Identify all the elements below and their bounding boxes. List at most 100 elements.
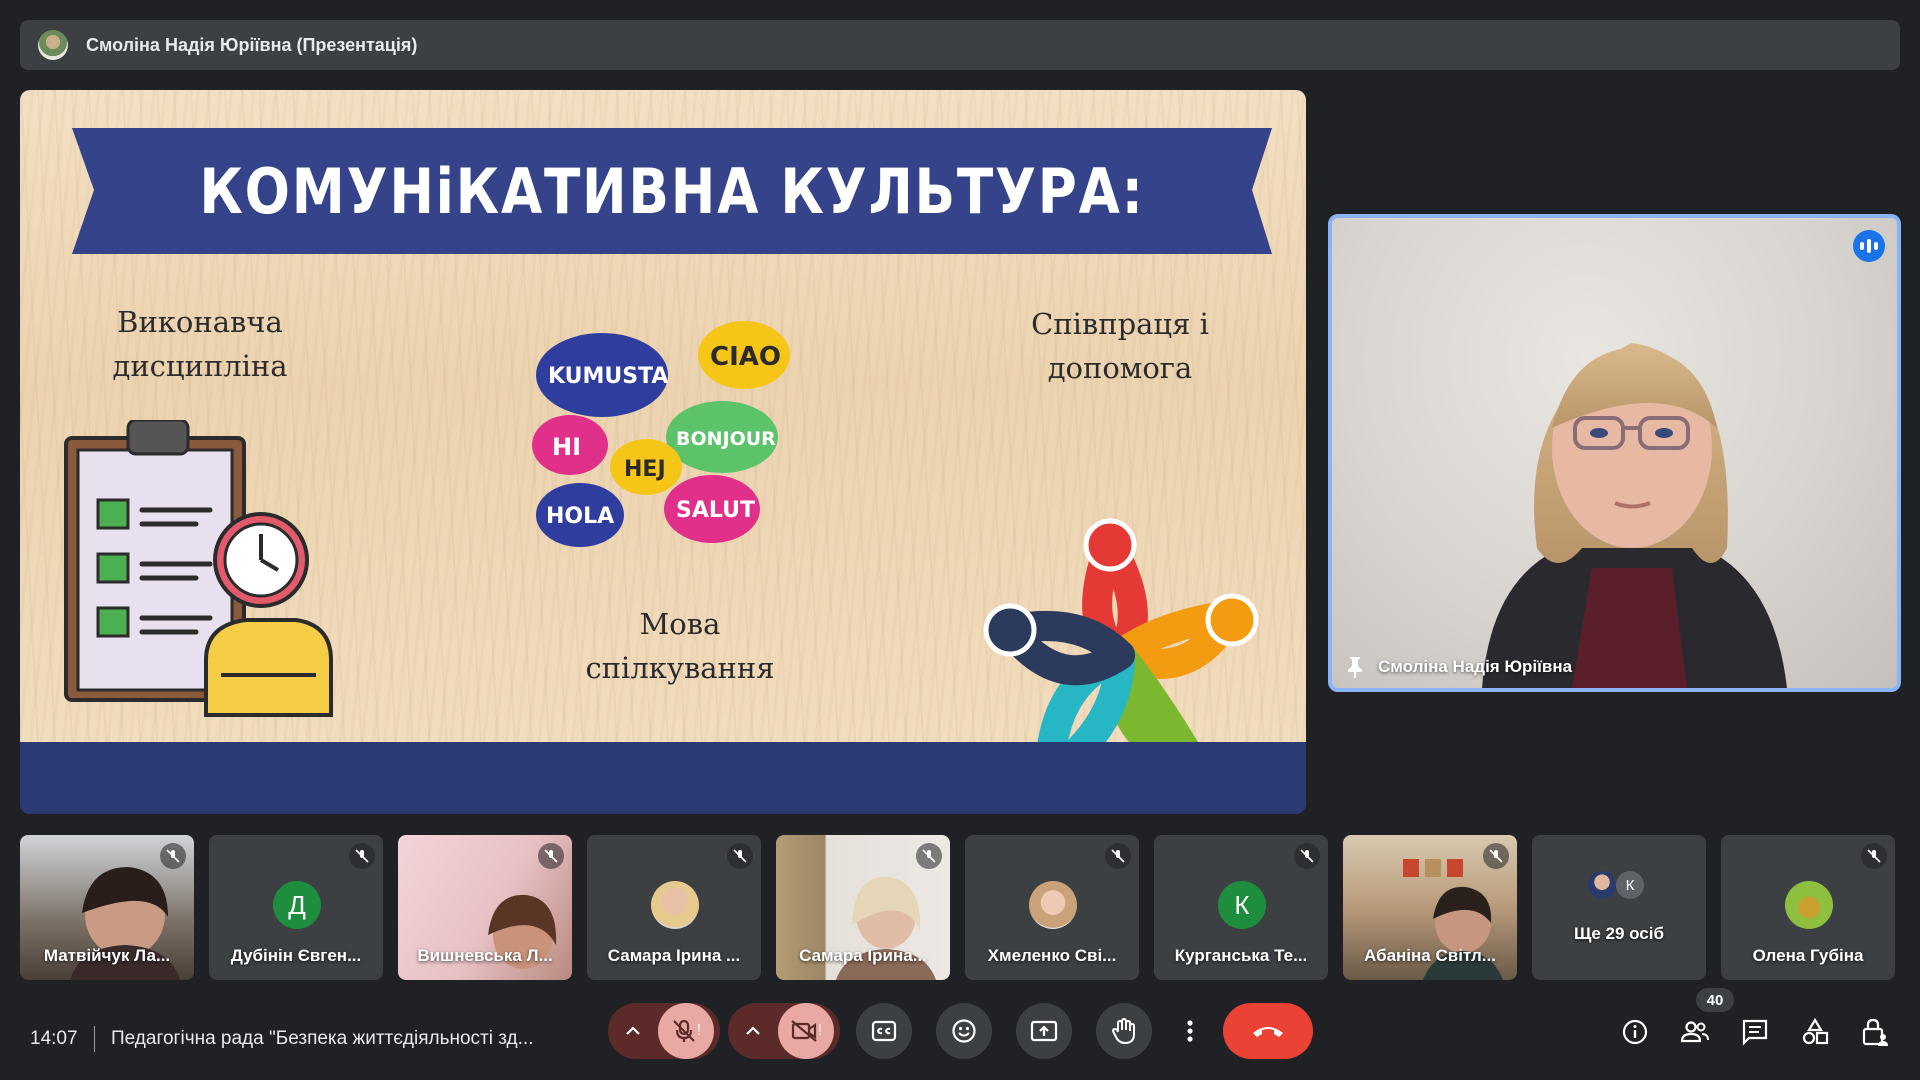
mic-warning-badge: ! — [696, 1022, 702, 1039]
slide-label-language-line2: спілкування — [585, 651, 775, 685]
participant-tile[interactable]: Самара Ірина ... — [587, 835, 761, 980]
slide-label-discipline-line1: Виконавча — [117, 305, 283, 339]
slide-label-discipline-line2: дисципліна — [112, 349, 288, 383]
more-vertical-icon — [1187, 1020, 1193, 1042]
presenter-title: Смоліна Надія Юріївна (Презентація) — [86, 34, 418, 55]
participant-tile[interactable]: Хмеленко Сві... — [965, 835, 1139, 980]
clipboard-clock-illustration — [64, 420, 333, 717]
participant-tile[interactable]: Матвійчук Ла... — [20, 835, 194, 980]
presenter-bar: Смоліна Надія Юріївна (Презентація) — [20, 20, 1900, 70]
mic-off-icon — [1105, 843, 1131, 869]
presenter-avatar — [38, 30, 68, 60]
mic-off-icon — [538, 843, 564, 869]
speaker-caption: Смоліна Надія Юріївна — [1346, 656, 1572, 678]
activities-button[interactable] — [1795, 1012, 1835, 1052]
participant-name: Самара Ірина ... — [607, 946, 741, 965]
bubble-hej: HEJ — [624, 457, 666, 482]
slide-label-cooperation-line1: Співпраця і — [1031, 307, 1209, 341]
participant-name: Дубінін Євген... — [230, 946, 362, 965]
participants-count-badge: 40 — [1696, 988, 1734, 1012]
participant-avatar — [1785, 881, 1833, 929]
mic-off-icon — [727, 843, 753, 869]
mic-control-group: ! — [608, 1003, 720, 1059]
people-icon — [1680, 1021, 1709, 1043]
lock-person-icon — [1862, 1018, 1888, 1046]
participant-strip: Матвійчук Ла... Д Дубінін Євген... Вишне… — [20, 835, 1900, 980]
camera-off-icon — [791, 1020, 817, 1042]
bubble-salut: SALUT — [676, 498, 755, 523]
mic-toggle-button[interactable]: ! — [658, 1003, 714, 1059]
slide-heading: КОМУНіКАТИВНА КУЛЬТУРА: — [199, 154, 1145, 228]
participant-name: Курганська Те... — [1174, 946, 1308, 965]
present-screen-button[interactable] — [1016, 1003, 1072, 1059]
host-controls-button[interactable] — [1855, 1012, 1895, 1052]
clock: 14:07 — [30, 1028, 78, 1049]
people-button[interactable] — [1675, 1012, 1715, 1052]
mic-off-icon — [1861, 843, 1887, 869]
bubble-kumusta: KUMUSTA — [548, 364, 668, 389]
meeting-title: Педагогічна рада "Безпека життєдіяльност… — [111, 1028, 534, 1049]
raise-hand-button[interactable] — [1096, 1003, 1152, 1059]
participant-avatar: К — [1218, 881, 1266, 929]
camera-warning-badge: ! — [817, 1022, 823, 1039]
speech-bubbles-illustration: KUMUSTA CIAO HI BONJOUR HEJ HOLA SALUT — [532, 321, 790, 547]
camera-toggle-button[interactable]: ! — [778, 1003, 834, 1059]
overflow-avatar — [1588, 871, 1616, 899]
participant-name: Самара Ірина... — [799, 946, 927, 965]
activities-icon — [1802, 1018, 1829, 1045]
mic-off-icon — [1294, 843, 1320, 869]
meeting-details-button[interactable] — [1615, 1012, 1655, 1052]
speaker-tile[interactable]: Смоліна Надія Юріївна — [1328, 214, 1901, 692]
participant-avatar — [651, 881, 699, 929]
participant-name: Абаніна Світл... — [1364, 946, 1496, 965]
bubble-hi: HI — [552, 433, 581, 461]
captions-button[interactable] — [856, 1003, 912, 1059]
mic-off-icon — [160, 843, 186, 869]
participant-tile[interactable]: К Курганська Те... — [1154, 835, 1328, 980]
participant-tile[interactable]: Вишневська Л... — [398, 835, 572, 980]
participant-tile[interactable]: Абаніна Світл... — [1343, 835, 1517, 980]
camera-options-chevron-icon[interactable] — [728, 1003, 778, 1059]
present-screen-icon — [1030, 1020, 1058, 1042]
slide-body: КОМУНіКАТИВНА КУЛЬТУРА: Виконавча дисцип… — [20, 90, 1306, 804]
end-call-icon — [1253, 1027, 1283, 1037]
bubble-ciao: CIAO — [710, 342, 781, 372]
camera-control-group: ! — [728, 1003, 840, 1059]
participant-tile[interactable]: Д Дубінін Євген... — [209, 835, 383, 980]
pin-icon[interactable] — [1346, 656, 1364, 678]
participant-avatar: Д — [273, 881, 321, 929]
overflow-label: Ще 29 осіб — [1574, 924, 1664, 943]
slide-footer-band — [20, 742, 1306, 814]
mic-options-chevron-icon[interactable] — [608, 1003, 658, 1059]
reactions-button[interactable] — [936, 1003, 992, 1059]
divider — [94, 1026, 95, 1052]
info-icon — [1622, 1019, 1648, 1045]
closed-captions-icon — [871, 1020, 897, 1042]
participant-tile[interactable]: Олена Губіна — [1721, 835, 1895, 980]
chat-button[interactable] — [1735, 1012, 1775, 1052]
raise-hand-icon — [1111, 1017, 1135, 1045]
bubble-bonjour: BONJOUR — [676, 428, 776, 450]
mic-off-icon — [916, 843, 942, 869]
slide-label-discipline: Виконавча дисципліна — [80, 300, 320, 388]
participant-name: Хмеленко Сві... — [987, 946, 1117, 965]
slide-label-language-line1: Мова — [639, 607, 721, 641]
speaking-indicator-icon — [1853, 230, 1885, 262]
emoji-icon — [952, 1019, 976, 1043]
speaker-video — [1482, 343, 1787, 688]
mic-off-icon — [349, 843, 375, 869]
participant-name: Матвійчук Ла... — [43, 946, 171, 965]
bubble-hola: HOLA — [546, 504, 614, 529]
leave-call-button[interactable] — [1223, 1003, 1313, 1059]
slide-label-language: Мова спілкування — [540, 602, 820, 690]
overflow-avatar: К — [1616, 871, 1644, 899]
slide-label-cooperation-line2: допомога — [1047, 351, 1193, 385]
mic-off-icon — [1483, 843, 1509, 869]
presentation-slide: КОМУНіКАТИВНА КУЛЬТУРА: Виконавча дисцип… — [20, 90, 1306, 814]
overflow-participants-tile[interactable]: К Ще 29 осіб — [1532, 835, 1706, 980]
participant-name: Вишневська Л... — [417, 946, 553, 965]
participant-name: Олена Губіна — [1752, 946, 1864, 965]
participant-avatar — [1029, 881, 1077, 929]
more-options-button[interactable] — [1176, 1003, 1204, 1059]
participant-tile[interactable]: Самара Ірина... — [776, 835, 950, 980]
